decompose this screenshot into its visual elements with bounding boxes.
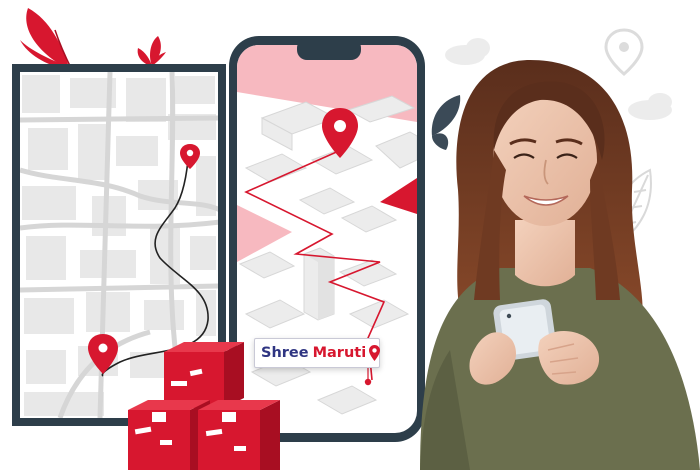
brand-name-first: Shree	[261, 345, 309, 361]
person-using-phone	[420, 60, 700, 470]
illustration-canvas	[12, 8, 700, 470]
leaf-icon	[431, 95, 461, 150]
leaf-icon	[137, 36, 166, 66]
cloud-icon	[628, 93, 672, 120]
map-pin-icon	[369, 345, 381, 361]
smartphone-icon	[229, 36, 425, 442]
cloud-icon	[445, 38, 490, 65]
brand-label: Shree Maruti	[254, 338, 381, 368]
brand-name-second: Maruti	[312, 345, 367, 361]
background-pin-icon	[604, 28, 644, 76]
leaf-icon	[20, 8, 73, 71]
hero-illustration: Shree Maruti	[0, 0, 700, 470]
